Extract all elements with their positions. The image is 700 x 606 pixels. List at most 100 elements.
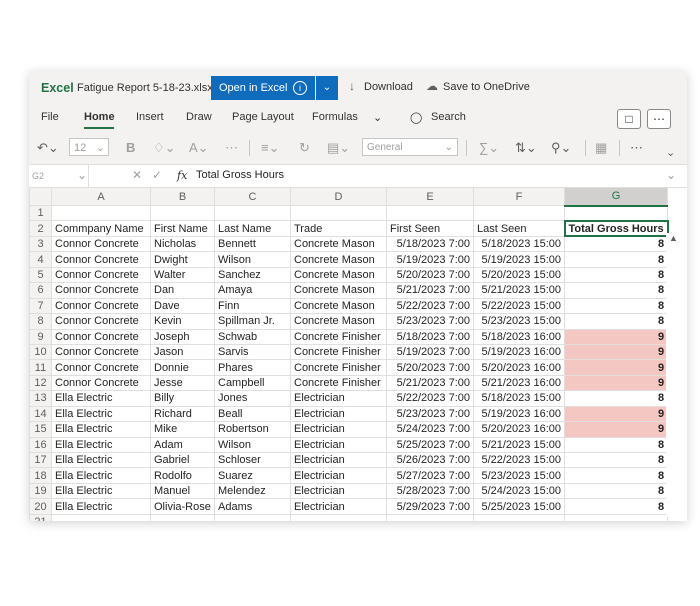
tab-file[interactable]: File (41, 111, 59, 123)
cell[interactable]: Ella Electric (51, 405, 151, 423)
cell[interactable]: 5/23/2023 7:00 (386, 405, 474, 423)
name-box-chevron-icon[interactable]: ⌄ (77, 168, 87, 182)
cell[interactable]: 5/20/2023 16:00 (473, 421, 565, 438)
cell[interactable]: Ella Electric (51, 482, 151, 500)
more-font-icon[interactable]: ⋯ (225, 140, 238, 156)
cell[interactable]: 5/21/2023 7:00 (386, 374, 474, 392)
cell[interactable]: 5/19/2023 15:00 (473, 251, 565, 268)
cell[interactable] (214, 513, 291, 521)
cell[interactable]: Sarvis (214, 343, 291, 361)
column-header-b[interactable]: B (150, 187, 215, 206)
hours-cell[interactable]: 9 (563, 405, 669, 423)
hours-cell[interactable]: 8 (563, 266, 669, 284)
hours-cell[interactable]: 8 (563, 498, 669, 515)
row-header[interactable]: 2 (29, 220, 52, 237)
open-options-chevron-icon[interactable]: ⌄ (316, 76, 338, 100)
cell[interactable]: Concrete Finisher (290, 359, 387, 376)
cell[interactable]: Dan (150, 282, 215, 299)
cell[interactable] (563, 204, 669, 222)
vertical-scrollbar[interactable]: ▲ (666, 233, 680, 517)
row-header[interactable]: 4 (29, 251, 52, 268)
hours-cell[interactable]: 9 (563, 374, 669, 392)
cell[interactable]: 5/25/2023 7:00 (386, 436, 474, 454)
cell[interactable]: Schloser (214, 451, 291, 469)
cell[interactable]: Connor Concrete (51, 266, 151, 284)
hours-cell[interactable]: 8 (563, 482, 669, 500)
cell[interactable]: 5/18/2023 7:00 (386, 328, 474, 345)
hours-cell[interactable]: 9 (563, 343, 669, 361)
confirm-icon[interactable]: ✓ (152, 168, 162, 182)
cell[interactable]: Adam (150, 436, 215, 454)
cell[interactable] (150, 513, 215, 521)
cell[interactable]: Billy (150, 390, 215, 407)
hours-cell[interactable]: 8 (563, 390, 669, 407)
header-cell[interactable]: First Name (150, 220, 215, 237)
cell[interactable]: Rodolfo (150, 467, 215, 484)
cell[interactable]: Electrician (290, 405, 387, 423)
row-header[interactable]: 7 (29, 297, 52, 315)
cell[interactable]: Jason (150, 343, 215, 361)
cell[interactable]: Connor Concrete (51, 297, 151, 315)
tab-page-layout[interactable]: Page Layout (232, 111, 294, 123)
file-name[interactable]: Fatigue Report 5-18-23.xlsx (77, 82, 213, 94)
row-header[interactable]: 13 (29, 390, 52, 407)
cell[interactable]: 5/27/2023 7:00 (386, 467, 474, 484)
cell[interactable]: Dave (150, 297, 215, 315)
cell[interactable]: 5/20/2023 16:00 (473, 359, 565, 376)
cell[interactable] (51, 513, 151, 521)
number-format-select[interactable]: General ⌄ (362, 138, 458, 156)
cell[interactable] (290, 204, 387, 222)
cell[interactable] (473, 513, 565, 521)
cell[interactable]: Concrete Mason (290, 282, 387, 299)
header-cell[interactable]: Commpany Name (51, 220, 151, 237)
cell[interactable]: Electrician (290, 421, 387, 438)
row-header[interactable]: 16 (29, 436, 52, 454)
cell[interactable]: Connor Concrete (51, 374, 151, 392)
cell[interactable]: Melendez (214, 482, 291, 500)
cell[interactable]: Wilson (214, 436, 291, 454)
scroll-up-icon[interactable]: ▲ (669, 233, 678, 243)
cell[interactable]: 5/19/2023 7:00 (386, 251, 474, 268)
hours-cell[interactable]: 9 (563, 328, 669, 345)
expand-ribbon-chevron-icon[interactable]: ⌄ (666, 146, 675, 159)
info-icon[interactable]: i (293, 81, 307, 95)
hours-cell[interactable]: 8 (563, 451, 669, 469)
cell[interactable]: 5/26/2023 7:00 (386, 451, 474, 469)
row-header[interactable]: 17 (29, 451, 52, 469)
cell[interactable]: Sanchez (214, 266, 291, 284)
undo-icon[interactable]: ↶⌄ (37, 140, 59, 156)
cell[interactable]: Walter (150, 266, 215, 284)
cell[interactable]: Connor Concrete (51, 359, 151, 376)
wrap-text-icon[interactable]: ↻ (299, 140, 310, 156)
formula-input[interactable]: Total Gross Hours (196, 169, 284, 181)
cell[interactable] (214, 204, 291, 222)
cell[interactable]: Connor Concrete (51, 313, 151, 330)
row-header[interactable]: 6 (29, 282, 52, 299)
cell[interactable]: Beall (214, 405, 291, 423)
cell[interactable] (563, 513, 669, 521)
cell[interactable]: Connor Concrete (51, 343, 151, 361)
hours-cell[interactable]: 8 (563, 297, 669, 315)
cell[interactable]: Jones (214, 390, 291, 407)
cell[interactable]: Schwab (214, 328, 291, 345)
row-header[interactable]: 20 (29, 498, 52, 515)
open-in-excel-button[interactable]: Open in Excel i (211, 76, 315, 100)
row-header[interactable]: 3 (29, 235, 52, 253)
row-header[interactable]: 11 (29, 359, 52, 376)
cell[interactable]: 5/22/2023 15:00 (473, 451, 565, 469)
cell[interactable]: Ella Electric (51, 451, 151, 469)
cell[interactable]: 5/24/2023 15:00 (473, 482, 565, 500)
header-cell[interactable]: Last Seen (473, 220, 565, 237)
cell[interactable]: Finn (214, 297, 291, 315)
cell[interactable]: Electrician (290, 436, 387, 454)
font-size-select[interactable]: 12 ⌄ (69, 138, 109, 156)
row-header[interactable]: 14 (29, 405, 52, 423)
cell[interactable]: Electrician (290, 467, 387, 484)
row-header[interactable]: 1 (29, 204, 52, 222)
cell[interactable]: Concrete Finisher (290, 343, 387, 361)
hours-cell[interactable]: 8 (563, 313, 669, 330)
cell[interactable]: Donnie (150, 359, 215, 376)
cell[interactable]: Joseph (150, 328, 215, 345)
find-icon[interactable]: ⚲⌄ (551, 140, 571, 156)
cell[interactable] (290, 513, 387, 521)
